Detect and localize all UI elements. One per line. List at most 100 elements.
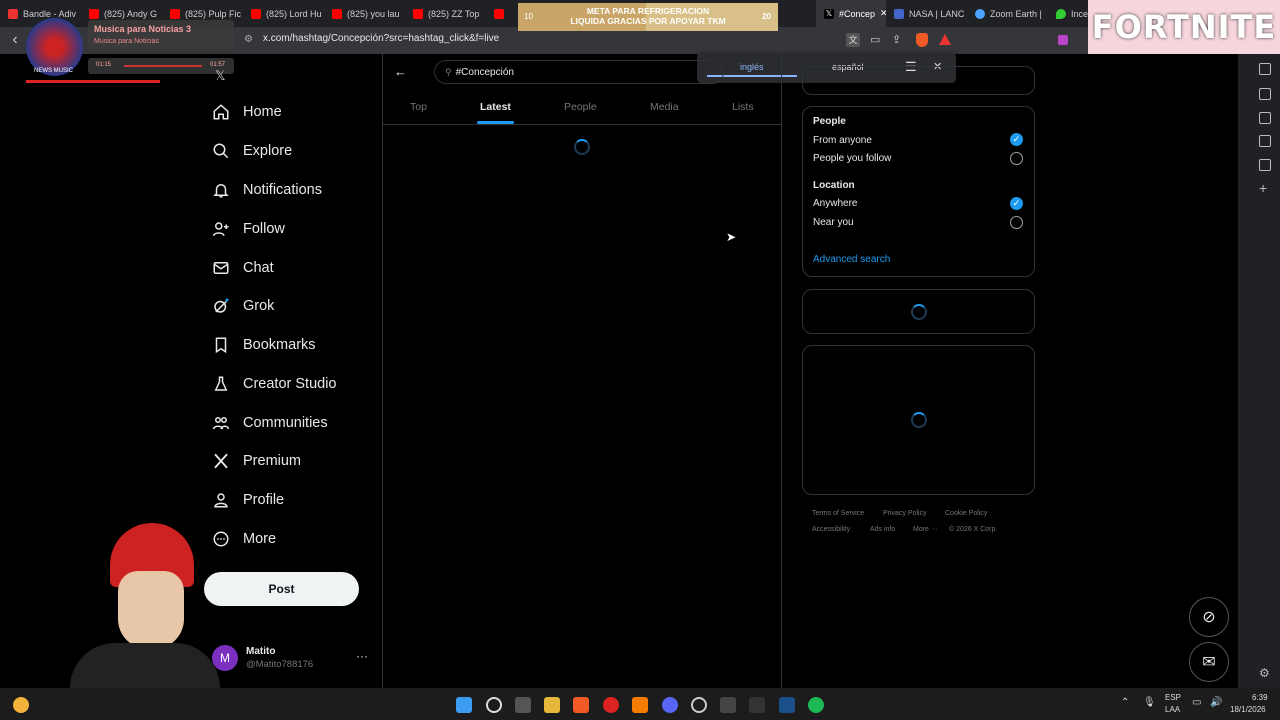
- radio-near-you[interactable]: [1010, 216, 1023, 229]
- share-icon[interactable]: ⇪: [892, 33, 901, 46]
- browser-tab[interactable]: (825) you lau: [324, 0, 405, 27]
- weather-icon[interactable]: [13, 697, 29, 713]
- url-input[interactable]: x.com/hashtag/Concepción?src=hashtag_cli…: [263, 33, 499, 44]
- media-player-icon[interactable]: [603, 697, 619, 713]
- tab-title: Zoom Earth |: [990, 8, 1042, 19]
- tab-lists[interactable]: Lists: [732, 101, 754, 113]
- app-icon[interactable]: [632, 697, 648, 713]
- file-explorer-icon[interactable]: [544, 697, 560, 713]
- translate-icon[interactable]: 文: [846, 33, 860, 47]
- brave-browser-icon[interactable]: [573, 697, 589, 713]
- tab-favicon-icon: [8, 8, 18, 19]
- spotify-icon[interactable]: [808, 697, 824, 713]
- sidebar-tool-icon[interactable]: [1259, 159, 1271, 171]
- network-icon[interactable]: ▭: [1192, 697, 1201, 708]
- advanced-search-link[interactable]: Advanced search: [813, 254, 890, 265]
- brave-shield-icon[interactable]: [916, 33, 928, 47]
- radio-people-you-follow[interactable]: [1010, 152, 1023, 165]
- footer-ads-link[interactable]: Ads info: [870, 526, 895, 533]
- sidebar-tool-icon[interactable]: [1259, 63, 1271, 75]
- maps-pin-icon: [1056, 8, 1066, 19]
- app-icon[interactable]: [749, 697, 765, 713]
- browser-tab[interactable]: NASA | LANC: [886, 0, 967, 27]
- gear-icon[interactable]: ⚙: [1259, 666, 1270, 680]
- windows-start-icon[interactable]: [456, 697, 472, 713]
- messages-fab-button[interactable]: ✉: [1189, 642, 1229, 682]
- steam-icon[interactable]: [779, 697, 795, 713]
- discord-icon[interactable]: [662, 697, 678, 713]
- filter-people-you-follow[interactable]: People you follow: [813, 153, 891, 164]
- chevron-up-icon[interactable]: ⌃: [1121, 697, 1129, 708]
- filter-location-title: Location: [813, 180, 855, 191]
- tab-media[interactable]: Media: [650, 101, 679, 113]
- footer-accessibility-link[interactable]: Accessibility: [812, 526, 850, 533]
- nav-grok[interactable]: Grok: [212, 291, 274, 321]
- x-logo-icon[interactable]: 𝕏: [215, 68, 225, 84]
- nav-label: Premium: [243, 453, 302, 469]
- browser-tab[interactable]: Zoom Earth |: [967, 0, 1048, 27]
- nav-creator-studio[interactable]: Creator Studio: [212, 369, 337, 399]
- clock-time[interactable]: 6:39: [1252, 693, 1268, 702]
- sidebar-tool-icon[interactable]: [1259, 135, 1271, 147]
- sidebar-tool-icon[interactable]: [1259, 112, 1271, 124]
- tab-top[interactable]: Top: [410, 101, 427, 113]
- search-input[interactable]: ⚲ #Concepción: [434, 60, 724, 84]
- filter-anywhere[interactable]: Anywhere: [813, 198, 857, 209]
- person-icon: [214, 493, 228, 508]
- footer-terms-link[interactable]: Terms of Service: [812, 510, 864, 517]
- radio-anywhere[interactable]: ✓: [1010, 197, 1023, 210]
- nav-notifications[interactable]: Notifications: [212, 175, 322, 205]
- more-horizontal-icon[interactable]: ···: [356, 649, 368, 663]
- search-query: #Concepción: [455, 66, 514, 78]
- footer-more-link[interactable]: More ···: [913, 526, 938, 533]
- user-account[interactable]: M Matito @Matito788176 ···: [212, 645, 372, 673]
- nav-follow[interactable]: Follow: [212, 214, 285, 244]
- nav-communities[interactable]: Communities: [212, 408, 328, 438]
- back-arrow-icon[interactable]: ‹: [8, 32, 22, 48]
- browser-tab[interactable]: (825) ZZ Top: [405, 0, 486, 27]
- nav-home[interactable]: Home: [212, 97, 282, 127]
- filter-near-you[interactable]: Near you: [813, 217, 854, 228]
- nav-bookmarks[interactable]: Bookmarks: [212, 330, 316, 360]
- browser-tab-active[interactable]: 𝕏 #Concep ✕: [816, 0, 886, 27]
- nav-premium[interactable]: Premium: [212, 446, 301, 476]
- clock-date[interactable]: 18/1/2026: [1230, 705, 1266, 714]
- music-widget: NEWS MUSIC Musica para Noticias 3 Musica…: [26, 18, 236, 83]
- footer-privacy-link[interactable]: Privacy Policy: [883, 510, 927, 517]
- keyboard-layout[interactable]: LAA: [1165, 705, 1180, 714]
- nav-label: Notifications: [243, 182, 322, 198]
- loading-spinner: [911, 304, 927, 320]
- sidebar-tool-icon[interactable]: [1259, 88, 1271, 100]
- search-icon[interactable]: [486, 697, 502, 713]
- add-icon[interactable]: +: [1259, 180, 1267, 196]
- grok-fab-button[interactable]: ⊘: [1189, 597, 1229, 637]
- post-button[interactable]: Post: [204, 572, 359, 606]
- task-view-icon[interactable]: [515, 697, 531, 713]
- filter-from-anyone[interactable]: From anyone: [813, 135, 872, 146]
- nav-more[interactable]: More: [212, 524, 276, 554]
- nav-label: Explore: [243, 143, 293, 159]
- app-icon[interactable]: [691, 697, 707, 713]
- microphone-icon[interactable]: 🎙: [1143, 697, 1156, 708]
- nav-chat[interactable]: Chat: [212, 253, 274, 283]
- volume-icon[interactable]: 🔊: [1210, 697, 1222, 708]
- home-icon: [213, 104, 229, 120]
- brave-rewards-icon[interactable]: [939, 34, 951, 45]
- app-icon[interactable]: [720, 697, 736, 713]
- cast-icon[interactable]: ▭: [870, 33, 880, 46]
- browser-tab[interactable]: (825) Lord Hu: [243, 0, 324, 27]
- radio-from-anyone[interactable]: ✓: [1010, 133, 1023, 146]
- search-filters-panel: [802, 106, 1035, 277]
- site-settings-icon[interactable]: ⚙: [244, 34, 253, 45]
- keyboard-language[interactable]: ESP: [1165, 693, 1181, 702]
- nav-profile[interactable]: Profile: [212, 485, 284, 515]
- search-icon: ⚲: [445, 66, 452, 77]
- nav-explore[interactable]: Explore: [212, 136, 292, 166]
- extension-icon[interactable]: [1058, 35, 1068, 45]
- tab-latest[interactable]: Latest: [480, 101, 511, 113]
- tab-people[interactable]: People: [564, 101, 597, 113]
- back-arrow-icon[interactable]: ←: [394, 64, 407, 79]
- footer-cookie-link[interactable]: Cookie Policy: [945, 510, 987, 517]
- tab-title: (825) you lau: [347, 8, 400, 19]
- filter-people-title: People: [813, 116, 846, 127]
